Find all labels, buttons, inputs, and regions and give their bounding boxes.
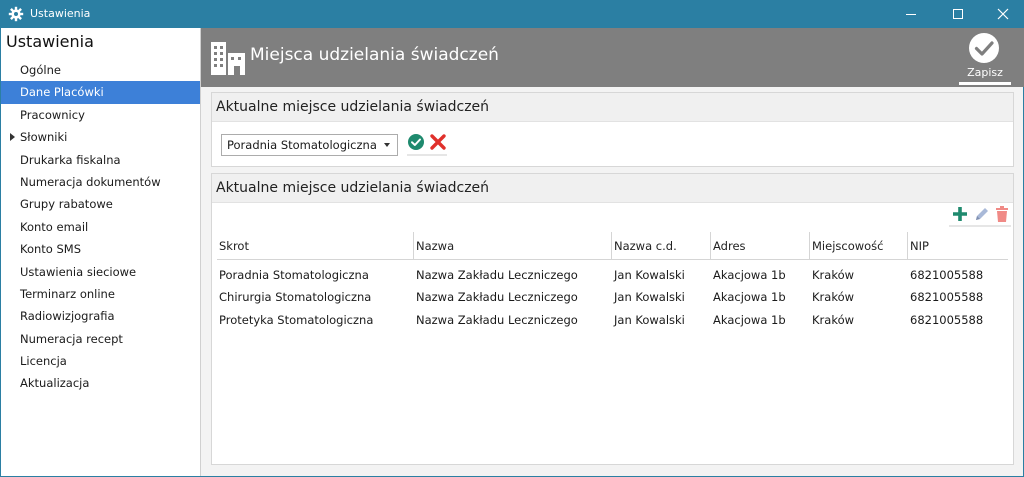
column-header-nazwa-cd[interactable]: Nazwa c.d.: [612, 232, 711, 260]
checkmark-circle-icon: [969, 33, 999, 63]
confirm-check-icon[interactable]: [407, 133, 425, 151]
sidebar-item-label: Drukarka fiskalna: [20, 152, 121, 167]
sidebar-item-ogolne[interactable]: Ogólne: [1, 59, 200, 81]
current-place-panel: Aktualne miejsce udzielania świadczeń Po…: [211, 92, 1014, 167]
sidebar-item-grupy-rabatowe[interactable]: Grupy rabatowe: [1, 193, 200, 215]
sidebar-item-label: Dane Placówki: [20, 85, 104, 100]
save-button[interactable]: Zapisz: [959, 28, 1013, 87]
sidebar-item-label: Numeracja recept: [20, 331, 123, 346]
table-cell: Nazwa Zakładu Leczniczego: [416, 312, 578, 327]
panel-heading: Aktualne miejsce udzielania świadczeń: [212, 93, 1013, 122]
table-cell: Jan Kowalski: [614, 290, 685, 305]
table-cell: Akacjowa 1b: [713, 290, 786, 305]
place-select-value: Poradnia Stomatologiczna: [227, 138, 377, 152]
place-select[interactable]: Poradnia Stomatologiczna: [221, 134, 398, 156]
sidebar-item-slowniki[interactable]: Słowniki: [1, 126, 200, 148]
delete-trash-icon[interactable]: [993, 205, 1011, 223]
table-row[interactable]: Poradnia Stomatologiczna Nazwa Zakładu L…: [217, 264, 1008, 286]
table-cell: Akacjowa 1b: [713, 268, 786, 282]
cancel-x-icon[interactable]: [429, 133, 447, 151]
sidebar-item-ustawienia-sieciowe[interactable]: Ustawienia sieciowe: [1, 261, 200, 283]
sidebar-item-label: Konto SMS: [20, 242, 82, 257]
expand-arrow-icon[interactable]: [10, 133, 15, 142]
sidebar-item-konto-sms[interactable]: Konto SMS: [1, 238, 200, 260]
page-header: Miejsca udzielania świadczeń Zapisz: [201, 28, 1024, 87]
table-cell: 6821005588: [910, 312, 984, 327]
window-titlebar: Ustawienia: [0, 0, 1024, 28]
sidebar-item-label: Aktualizacja: [20, 376, 90, 391]
table-cell: Jan Kowalski: [614, 268, 685, 282]
sidebar-item-label: Radiowizjografia: [20, 309, 115, 324]
column-header-nip[interactable]: NIP: [908, 232, 1008, 260]
table-cell: Kraków: [812, 290, 855, 305]
panel-heading: Aktualne miejsce udzielania świadczeń: [212, 174, 1013, 203]
sidebar-item-pracownicy[interactable]: Pracownicy: [1, 104, 200, 126]
sidebar-item-label: Numeracja dokumentów: [20, 174, 161, 189]
table-row[interactable]: Protetyka Stomatologiczna Nazwa Zakładu …: [217, 309, 1008, 331]
sidebar-item-dane-placowki[interactable]: Dane Placówki: [1, 81, 200, 104]
close-button[interactable]: [980, 0, 1024, 28]
window-title: Ustawienia: [30, 7, 91, 20]
sidebar-item-aktualizacja[interactable]: Aktualizacja: [1, 372, 200, 394]
table-cell: Kraków: [812, 268, 855, 282]
sidebar-item-licencja[interactable]: Licencja: [1, 350, 200, 372]
table-cell: Poradnia Stomatologiczna: [219, 268, 369, 282]
table-cell: Nazwa Zakładu Leczniczego: [416, 268, 578, 282]
toolbar-underline: [949, 225, 1011, 227]
table-body: Poradnia Stomatologiczna Nazwa Zakładu L…: [217, 264, 1008, 331]
minimize-button[interactable]: [888, 0, 934, 28]
table-cell: 6821005588: [910, 290, 984, 305]
sidebar-item-radiowizjografia[interactable]: Radiowizjografia: [1, 305, 200, 327]
sidebar-heading: Ustawienia: [6, 32, 94, 51]
edit-pencil-icon[interactable]: [973, 205, 991, 223]
action-underline: [407, 154, 447, 156]
save-label: Zapisz: [967, 66, 1003, 79]
table-cell: Kraków: [812, 312, 855, 327]
add-icon[interactable]: [951, 205, 969, 223]
main-content: Miejsca udzielania świadczeń Zapisz Aktu…: [200, 28, 1024, 476]
column-header-miejscowosc[interactable]: Miejscowość: [810, 232, 908, 260]
gear-icon: [8, 6, 24, 22]
column-header-skrot[interactable]: Skrot: [217, 232, 414, 260]
table-cell: Protetyka Stomatologiczna: [219, 312, 374, 327]
page-title: Miejsca udzielania świadczeń: [250, 45, 499, 65]
sidebar-item-label: Ogólne: [20, 63, 61, 77]
sidebar-item-label: Pracownicy: [20, 107, 85, 122]
sidebar: Ustawienia Ogólne Dane Placówki Pracowni…: [1, 28, 200, 476]
sidebar-item-label: Konto email: [20, 219, 89, 234]
maximize-button[interactable]: [935, 0, 981, 28]
sidebar-item-numeracja-recept[interactable]: Numeracja recept: [1, 328, 200, 350]
table-cell: Nazwa Zakładu Leczniczego: [416, 290, 578, 305]
sidebar-item-label: Terminarz online: [20, 286, 115, 301]
sidebar-item-drukarka-fiskalna[interactable]: Drukarka fiskalna: [1, 149, 200, 171]
sidebar-item-label: Słowniki: [20, 130, 68, 145]
maximize-icon: [953, 9, 963, 19]
sidebar-item-konto-email[interactable]: Konto email: [1, 216, 200, 238]
sidebar-item-label: Ustawienia sieciowe: [20, 264, 137, 279]
save-underline: [959, 82, 1011, 85]
table-cell: Jan Kowalski: [614, 312, 685, 327]
table-cell: Chirurgia Stomatologiczna: [219, 290, 372, 305]
places-table: Skrot Nazwa Nazwa c.d. Adres Miejscowość…: [217, 232, 1008, 331]
minimize-icon: [906, 14, 916, 15]
chevron-down-icon: [384, 143, 390, 147]
table-cell: Akacjowa 1b: [713, 312, 786, 327]
table-cell: 6821005588: [910, 268, 984, 282]
building-icon: [211, 42, 245, 75]
table-row[interactable]: Chirurgia Stomatologiczna Nazwa Zakładu …: [217, 286, 1008, 308]
column-header-nazwa[interactable]: Nazwa: [414, 232, 612, 260]
places-list-panel: Aktualne miejsce udzielania świadczeń Sk…: [211, 173, 1014, 465]
close-icon: [997, 8, 1009, 20]
sidebar-item-label: Licencja: [20, 354, 67, 369]
sidebar-item-numeracja-dokumentow[interactable]: Numeracja dokumentów: [1, 171, 200, 193]
sidebar-nav: Ogólne Dane Placówki Pracownicy Słowniki…: [1, 59, 200, 395]
sidebar-item-terminarz-online[interactable]: Terminarz online: [1, 283, 200, 305]
column-header-adres[interactable]: Adres: [711, 232, 810, 260]
table-header: Skrot Nazwa Nazwa c.d. Adres Miejscowość…: [217, 232, 1008, 260]
sidebar-item-label: Grupy rabatowe: [20, 197, 113, 212]
